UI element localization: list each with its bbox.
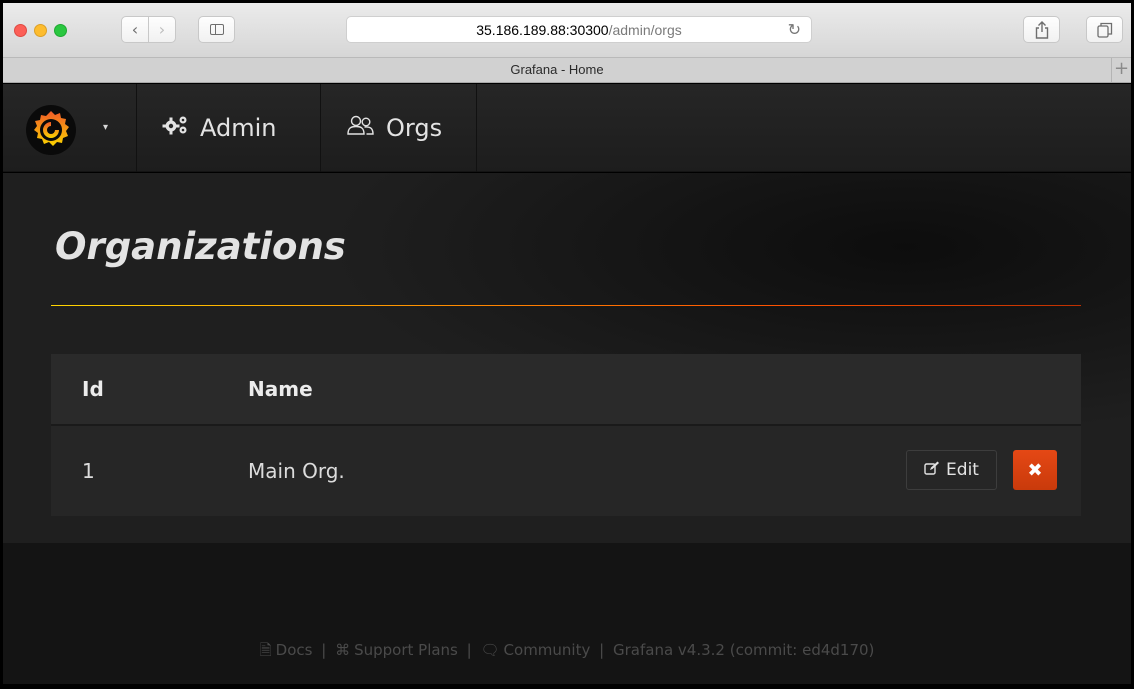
support-icon: ⌘ xyxy=(335,641,351,659)
edit-label: Edit xyxy=(946,460,979,480)
organizations-table: Id Name 1 Main Org. Edit ✖ xyxy=(51,354,1081,516)
breadcrumb-orgs[interactable]: Orgs xyxy=(321,84,477,172)
users-icon xyxy=(346,114,376,142)
table-row: 1 Main Org. Edit ✖ xyxy=(51,426,1081,516)
back-button[interactable]: ‹ xyxy=(121,16,149,43)
footer-support-link[interactable]: Support Plans xyxy=(354,641,458,659)
column-header-id: Id xyxy=(82,377,104,401)
column-header-name: Name xyxy=(248,377,313,401)
caret-down-icon: ▾ xyxy=(103,122,109,133)
screenshot-frame: ‹ › 35.186.189.88:30300/admin/orgs ↻ Gra… xyxy=(0,0,1134,689)
footer: 🗎 Docs | ⌘ Support Plans | 🗨 Community | Gr… xyxy=(3,640,1131,665)
footer-separator: | xyxy=(321,641,327,659)
share-icon xyxy=(1035,20,1048,39)
edit-org-button[interactable]: Edit xyxy=(906,450,997,490)
browser-toolbar: ‹ › 35.186.189.88:30300/admin/orgs ↻ xyxy=(3,3,1131,58)
forward-button[interactable]: › xyxy=(148,16,176,43)
tabs-overview-icon xyxy=(1096,22,1112,38)
page-title: Organizations xyxy=(55,225,346,268)
admin-label: Admin xyxy=(200,114,277,142)
footer-separator: | xyxy=(599,641,605,659)
zoom-window-button[interactable] xyxy=(54,24,67,37)
breadcrumb-admin[interactable]: Admin xyxy=(137,84,321,172)
table-header: Id Name xyxy=(51,354,1081,426)
footer-version: Grafana v4.3.2 (commit: ed4d170) xyxy=(613,641,875,659)
footer-separator: | xyxy=(466,641,472,659)
chevron-right-icon: › xyxy=(158,20,166,39)
docs-icon: 🗎 xyxy=(259,641,272,659)
delete-org-button[interactable]: ✖ xyxy=(1013,450,1057,490)
reload-icon[interactable]: ↻ xyxy=(788,20,801,40)
tabs-overview-button[interactable] xyxy=(1086,16,1123,43)
close-icon: ✖ xyxy=(1027,459,1043,481)
address-bar[interactable]: 35.186.189.88:30300/admin/orgs ↻ xyxy=(346,16,812,43)
url-path: /admin/orgs xyxy=(608,21,682,38)
main-content: Organizations Id Name 1 Main Org. Edit ✖ xyxy=(3,173,1131,543)
chevron-left-icon: ‹ xyxy=(131,20,139,39)
sidebar-icon xyxy=(210,24,224,35)
footer-area: 🗎 Docs | ⌘ Support Plans | 🗨 Community | Gr… xyxy=(3,543,1131,684)
orgs-label: Orgs xyxy=(386,114,443,142)
org-id-cell[interactable]: 1 xyxy=(51,459,248,483)
title-divider xyxy=(51,305,1081,306)
minimize-window-button[interactable] xyxy=(34,24,47,37)
tab-title[interactable]: Grafana - Home xyxy=(3,58,1111,82)
edit-icon xyxy=(924,461,940,480)
grafana-menu-button[interactable]: ▾ xyxy=(3,84,137,172)
close-window-button[interactable] xyxy=(14,24,27,37)
new-tab-button[interactable]: + xyxy=(1111,58,1131,82)
grafana-navbar: ▾ Admin Orgs xyxy=(3,84,1131,172)
url-host: 35.186.189.88:30300 xyxy=(476,21,609,38)
share-button[interactable] xyxy=(1023,16,1060,43)
comments-icon: 🗨 xyxy=(480,641,500,659)
sidebar-toggle-button[interactable] xyxy=(198,16,235,43)
cogs-icon xyxy=(162,115,190,141)
footer-docs-link[interactable]: Docs xyxy=(276,641,313,659)
grafana-logo-icon xyxy=(26,105,76,155)
browser-tab-bar: Grafana - Home + xyxy=(3,58,1131,83)
footer-community-link[interactable]: Community xyxy=(504,641,591,659)
